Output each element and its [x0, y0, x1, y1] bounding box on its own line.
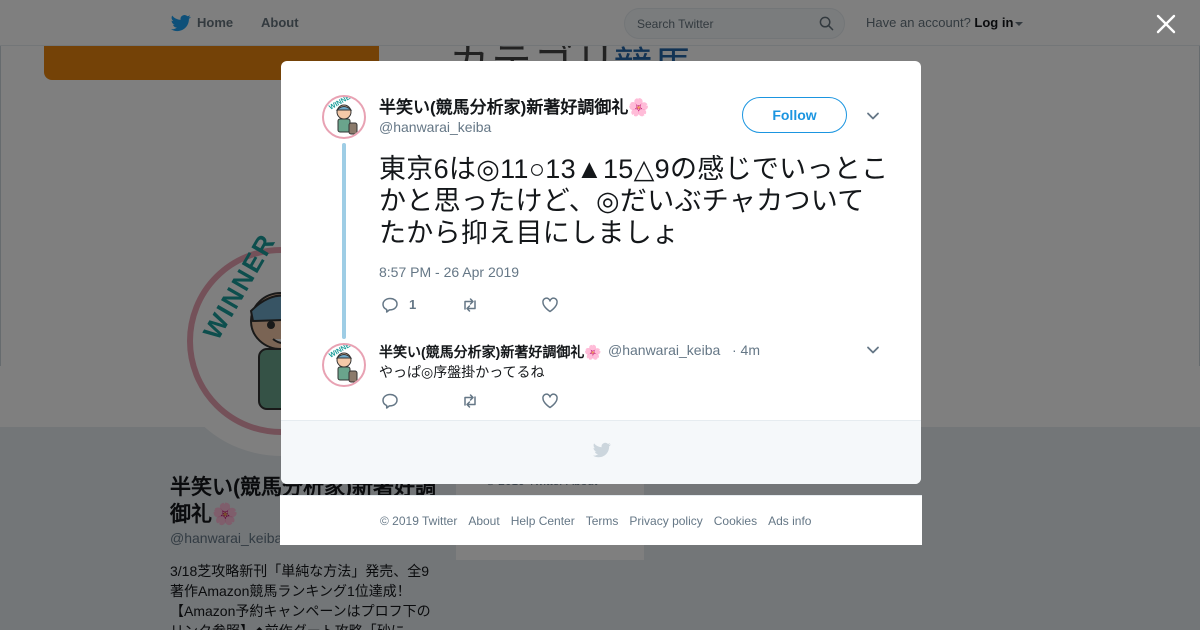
reply-count: 1 [409, 297, 417, 312]
reply-author-handle[interactable]: @hanwarai_keiba [608, 342, 720, 358]
twitter-bird-icon [593, 442, 611, 458]
thread-connector-line [342, 143, 346, 339]
tweet-permalink-modal: WINNER 半笑い(競馬分析家)新著好調御礼🌸 @hanwarai_keiba… [281, 61, 921, 484]
reply-time[interactable]: · 4m [732, 342, 760, 358]
footer-terms-link[interactable]: Terms [586, 514, 619, 528]
avatar-character-illustration [335, 104, 358, 135]
retweet-icon[interactable] [461, 392, 479, 410]
footer-privacy-link[interactable]: Privacy policy [629, 514, 702, 528]
legal-footer: © 2019 Twitter About Help Center Terms Priva… [280, 495, 922, 545]
reply-author-name[interactable]: 半笑い(競馬分析家)新著好調御礼🌸 [379, 342, 602, 362]
tweet-timestamp[interactable]: 8:57 PM - 26 Apr 2019 [379, 264, 519, 280]
footer-copyright: © 2019 Twitter [380, 514, 458, 528]
tweet-author-name[interactable]: 半笑い(競馬分析家)新著好調御礼🌸 [379, 93, 650, 118]
modal-footer [281, 420, 921, 484]
avatar-character-illustration [335, 352, 358, 383]
tweet-author-handle[interactable]: @hanwarai_keiba [379, 119, 491, 135]
close-icon[interactable] [1154, 12, 1178, 36]
follow-button[interactable]: Follow [742, 97, 847, 133]
reply-text: やっぱ◎序盤掛かってるね [379, 364, 545, 380]
chevron-down-icon[interactable] [866, 109, 880, 123]
legal-links: © 2019 Twitter About Help Center Terms Priva… [380, 514, 822, 528]
footer-cookies-link[interactable]: Cookies [714, 514, 757, 528]
reply-icon[interactable] [381, 296, 399, 314]
footer-about-link[interactable]: About [468, 514, 499, 528]
footer-help-center-link[interactable]: Help Center [511, 514, 575, 528]
like-heart-icon[interactable] [541, 392, 559, 410]
tweet-author-avatar[interactable]: WINNER [322, 95, 366, 139]
reply-icon[interactable] [381, 392, 399, 410]
chevron-down-icon[interactable] [866, 343, 880, 357]
retweet-icon[interactable] [461, 296, 479, 314]
like-heart-icon[interactable] [541, 296, 559, 314]
footer-ads-info-link[interactable]: Ads info [768, 514, 811, 528]
tweet-text: 東京6は◎11○13▲15△9の感じでいっとこかと思ったけど、◎だいぶチャカつい… [379, 154, 889, 248]
reply-author-avatar[interactable]: WINNER [322, 343, 366, 387]
